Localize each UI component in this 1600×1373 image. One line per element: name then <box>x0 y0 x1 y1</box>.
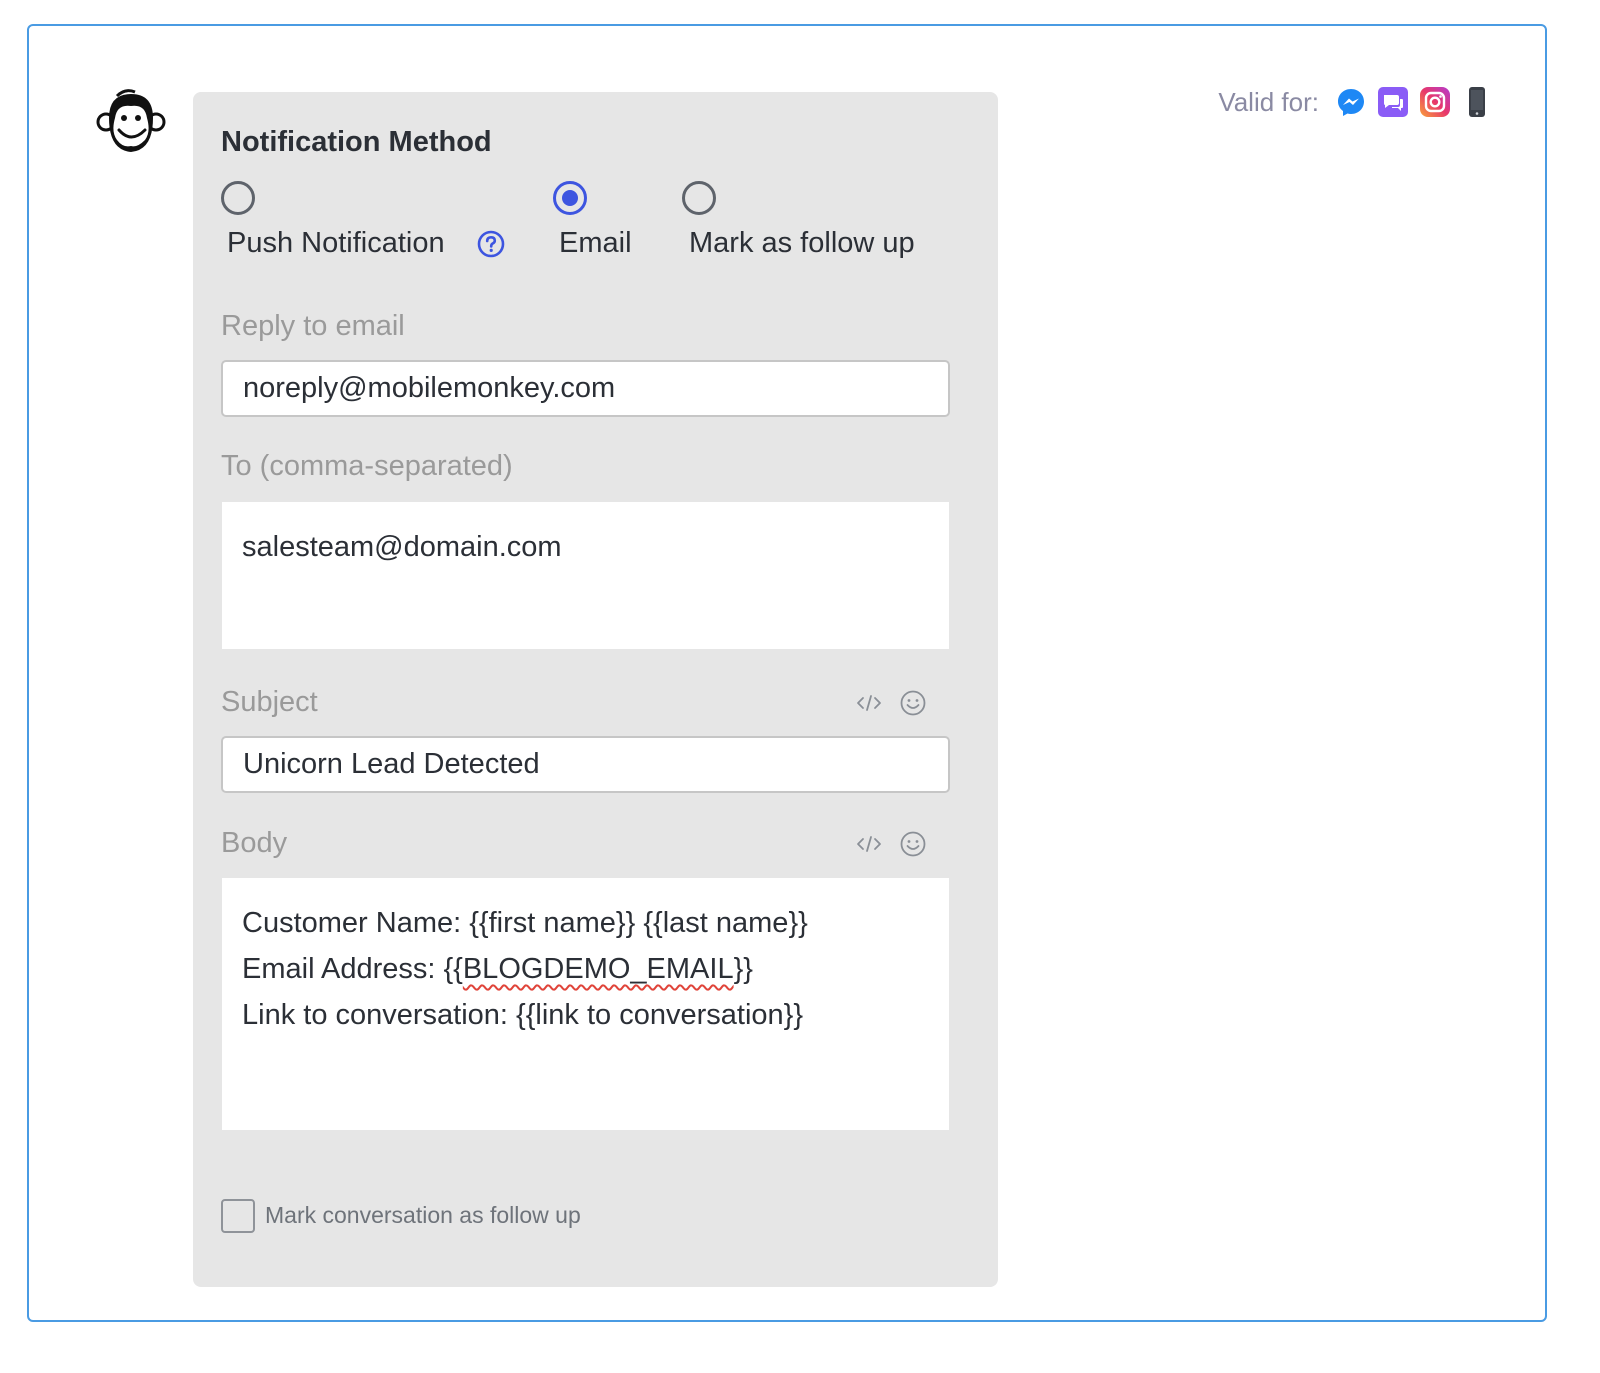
radio-label-push-notification[interactable]: Push Notification <box>227 227 445 260</box>
to-label: To (comma-separated) <box>221 450 513 482</box>
emoji-icon[interactable] <box>899 689 927 717</box>
to-textarea[interactable]: salesteam@domain.com <box>222 502 949 649</box>
help-icon[interactable] <box>477 230 505 258</box>
body-label: Body <box>221 827 288 859</box>
radio-label-mark-follow-up[interactable]: Mark as follow up <box>689 227 915 260</box>
follow-up-checkbox[interactable] <box>221 1199 255 1233</box>
subject-label: Subject <box>221 686 318 718</box>
section-title: Notification Method <box>221 126 492 158</box>
valid-for: Valid for: <box>1218 86 1493 118</box>
reply-to-email-input[interactable]: noreply@mobilemonkey.com <box>221 360 950 417</box>
emoji-icon[interactable] <box>899 830 927 858</box>
valid-for-label: Valid for: <box>1218 86 1319 117</box>
radio-push-notification[interactable] <box>221 181 255 215</box>
radio-email[interactable] <box>553 181 587 215</box>
body-line-2: Email Address: {{BLOGDEMO_EMAIL}} <box>242 953 753 985</box>
monkey-logo-icon <box>96 89 166 152</box>
sms-chat-icon <box>1378 87 1408 117</box>
body-line-1: Customer Name: {{first name}} {{last nam… <box>242 907 808 939</box>
body-textarea[interactable]: Customer Name: {{first name}} {{last nam… <box>222 878 949 1130</box>
mobile-icon <box>1469 87 1485 117</box>
radio-label-email[interactable]: Email <box>559 227 632 260</box>
code-variable-icon[interactable] <box>855 830 883 858</box>
code-variable-icon[interactable] <box>855 689 883 717</box>
radio-mark-follow-up[interactable] <box>682 181 716 215</box>
messenger-icon <box>1338 89 1364 116</box>
to-value: salesteam@domain.com <box>242 531 562 563</box>
follow-up-checkbox-label[interactable]: Mark conversation as follow up <box>265 1202 581 1229</box>
bot-step-card: Valid for: Notification Method Push Noti… <box>27 24 1547 1322</box>
notification-panel: Notification Method Push Notification Em… <box>193 92 998 1287</box>
reply-to-label: Reply to email <box>221 310 405 342</box>
instagram-icon <box>1420 87 1450 117</box>
spellcheck-word: BLOGDEMO_EMAIL <box>462 953 734 985</box>
body-line-3: Link to conversation: {{link to conversa… <box>242 999 804 1031</box>
subject-input[interactable]: Unicorn Lead Detected <box>221 736 950 793</box>
